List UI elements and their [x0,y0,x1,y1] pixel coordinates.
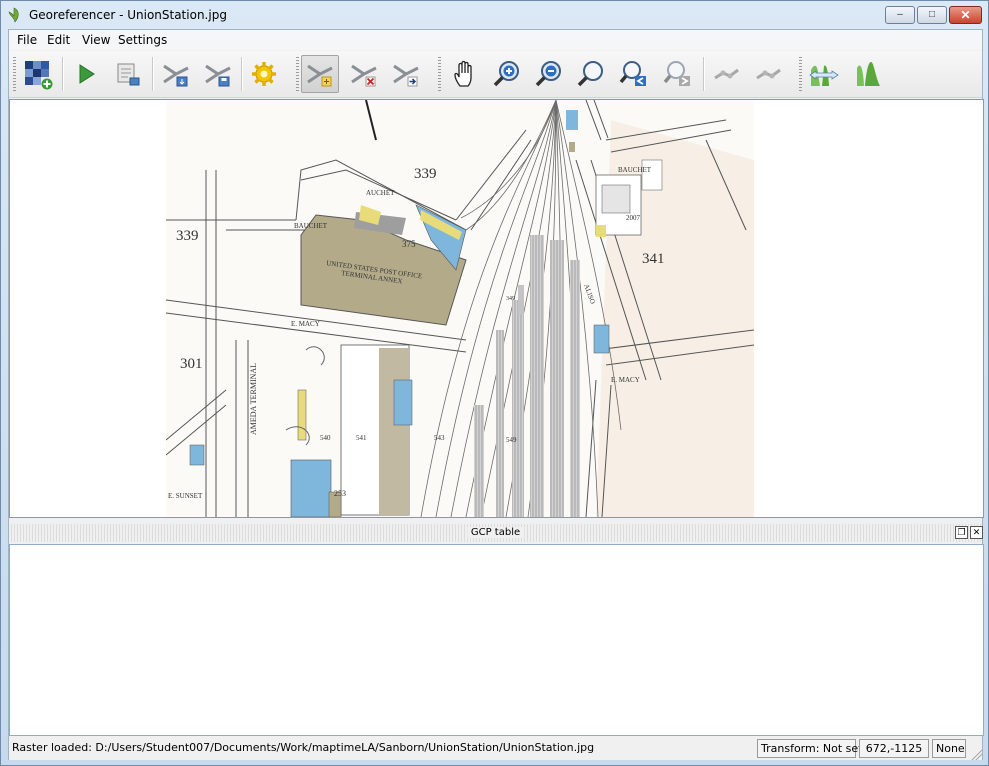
maximize-icon: □ [928,9,936,20]
zoom-last-icon [619,61,646,86]
map-label: BAUCHET [294,222,328,230]
map-label: 349 [506,296,515,302]
menu-view[interactable]: View [82,33,110,47]
toolbar-grip[interactable] [799,57,802,91]
close-icon: ✕ [960,8,971,22]
map-label: 543 [434,434,445,442]
map-label: AMEDA TERMINAL [249,363,258,435]
save-gcp-points-icon [205,64,231,87]
map-label: 301 [180,356,203,372]
zoom-to-layer-icon [577,61,603,87]
toolbar-separator [241,57,242,91]
save-gcp-points-button[interactable] [199,55,237,93]
map-label: 2007 [626,214,641,222]
zoom-out-button[interactable] [530,55,568,93]
generate-gdal-script-button[interactable] [109,55,147,93]
local-histogram-stretch-icon [857,62,880,86]
map-label: E. SUNSET [168,492,203,500]
transformation-settings-icon [252,62,276,86]
map-label: E. MACY [291,320,320,328]
status-message: Raster loaded: D:/Users/Student007/Docum… [12,741,595,754]
link-georeferencer-to-qgis-icon [714,68,739,80]
toolbar-grip[interactable] [13,57,16,91]
start-georeferencing-button[interactable] [67,55,105,93]
qgis-app-icon [8,7,19,23]
menu-settings[interactable]: Settings [118,33,167,47]
map-label: 341 [642,251,665,267]
transformation-settings-button[interactable] [245,55,283,93]
window-title: Georeferencer - UnionStation.jpg [29,8,227,22]
add-point-button[interactable] [301,55,339,93]
map-label: 541 [356,434,367,442]
toolbar-separator [62,57,63,91]
map-label: E. MACY [611,376,640,384]
map-label: 540 [320,434,331,442]
transform-status: Transform: Not set [757,739,863,758]
minimize-icon: ‒ [897,9,903,20]
pan-icon [454,60,472,87]
toolbar [9,51,982,98]
minimize-button[interactable]: ‒ [885,6,915,24]
link-qgis-to-georeferencer-button[interactable] [749,55,787,93]
dock-close-button[interactable]: ✕ [970,526,983,539]
zoom-next-button[interactable] [659,55,697,93]
start-georeferencing-icon [79,64,95,84]
toolbar-separator [703,57,704,91]
resize-grip[interactable] [970,748,982,760]
load-gcp-points-button[interactable] [157,55,195,93]
delete-point-button[interactable] [345,55,383,93]
zoom-in-button[interactable] [488,55,526,93]
link-qgis-to-georeferencer-icon [756,68,781,80]
close-button[interactable]: ✕ [949,6,982,24]
toolbar-grip[interactable] [438,57,441,91]
map-label: BAUCHET [618,166,652,174]
title-bar[interactable]: Georeferencer - UnionStation.jpg ‒ □ ✕ [1,1,988,29]
coordinate-display: 672,-1125 [859,739,929,758]
toolbar-grip[interactable] [296,57,299,91]
zoom-in-icon [493,61,519,87]
maximize-button[interactable]: □ [917,6,947,24]
gcp-table-title: GCP table [466,527,525,538]
map-label: 549 [506,436,517,444]
pan-button[interactable] [446,55,484,93]
map-label: 253 [334,489,346,498]
local-histogram-stretch-button[interactable] [849,55,887,93]
full-histogram-stretch-button[interactable] [805,55,843,93]
map-label: 375 [402,239,416,249]
menu-file[interactable]: File [17,33,37,47]
toolbar-separator [152,57,153,91]
open-raster-button[interactable] [19,55,57,93]
menu-edit[interactable]: Edit [47,33,70,47]
gcp-table-dock-title[interactable]: GCP table ❐ ✕ [9,524,983,542]
delete-point-icon [351,64,377,87]
move-gcp-point-icon [393,64,419,87]
map-label: 339 [176,228,199,244]
status-bar: Raster loaded: D:/Users/Student007/Docum… [9,737,982,760]
zoom-next-icon [663,61,690,86]
georeferencer-window: Georeferencer - UnionStation.jpg ‒ □ ✕ F… [0,0,989,766]
map-canvas[interactable]: 339 339 341 301 BAUCHET AUCHET BAUCHET U… [9,99,984,518]
menu-bar: File Edit View Settings [9,30,982,50]
main-client-area: File Edit View Settings 339 339 341 301 … [8,29,984,760]
add-point-icon [307,64,333,87]
zoom-last-button[interactable] [615,55,653,93]
sanborn-map-raster[interactable]: 339 339 341 301 BAUCHET AUCHET BAUCHET U… [166,100,754,517]
zoom-out-icon [535,61,561,87]
full-histogram-stretch-icon [809,65,839,86]
move-gcp-point-button[interactable] [387,55,425,93]
gcp-table[interactable] [9,544,984,736]
map-label: 339 [414,166,437,182]
zoom-to-layer-button[interactable] [572,55,610,93]
link-georeferencer-to-qgis-button[interactable] [707,55,745,93]
dock-float-button[interactable]: ❐ [955,526,968,539]
crs-display: None [932,739,966,758]
generate-gdal-script-icon [117,63,140,86]
map-label: AUCHET [366,189,395,197]
load-gcp-points-icon [163,64,189,87]
open-raster-icon [25,61,53,90]
